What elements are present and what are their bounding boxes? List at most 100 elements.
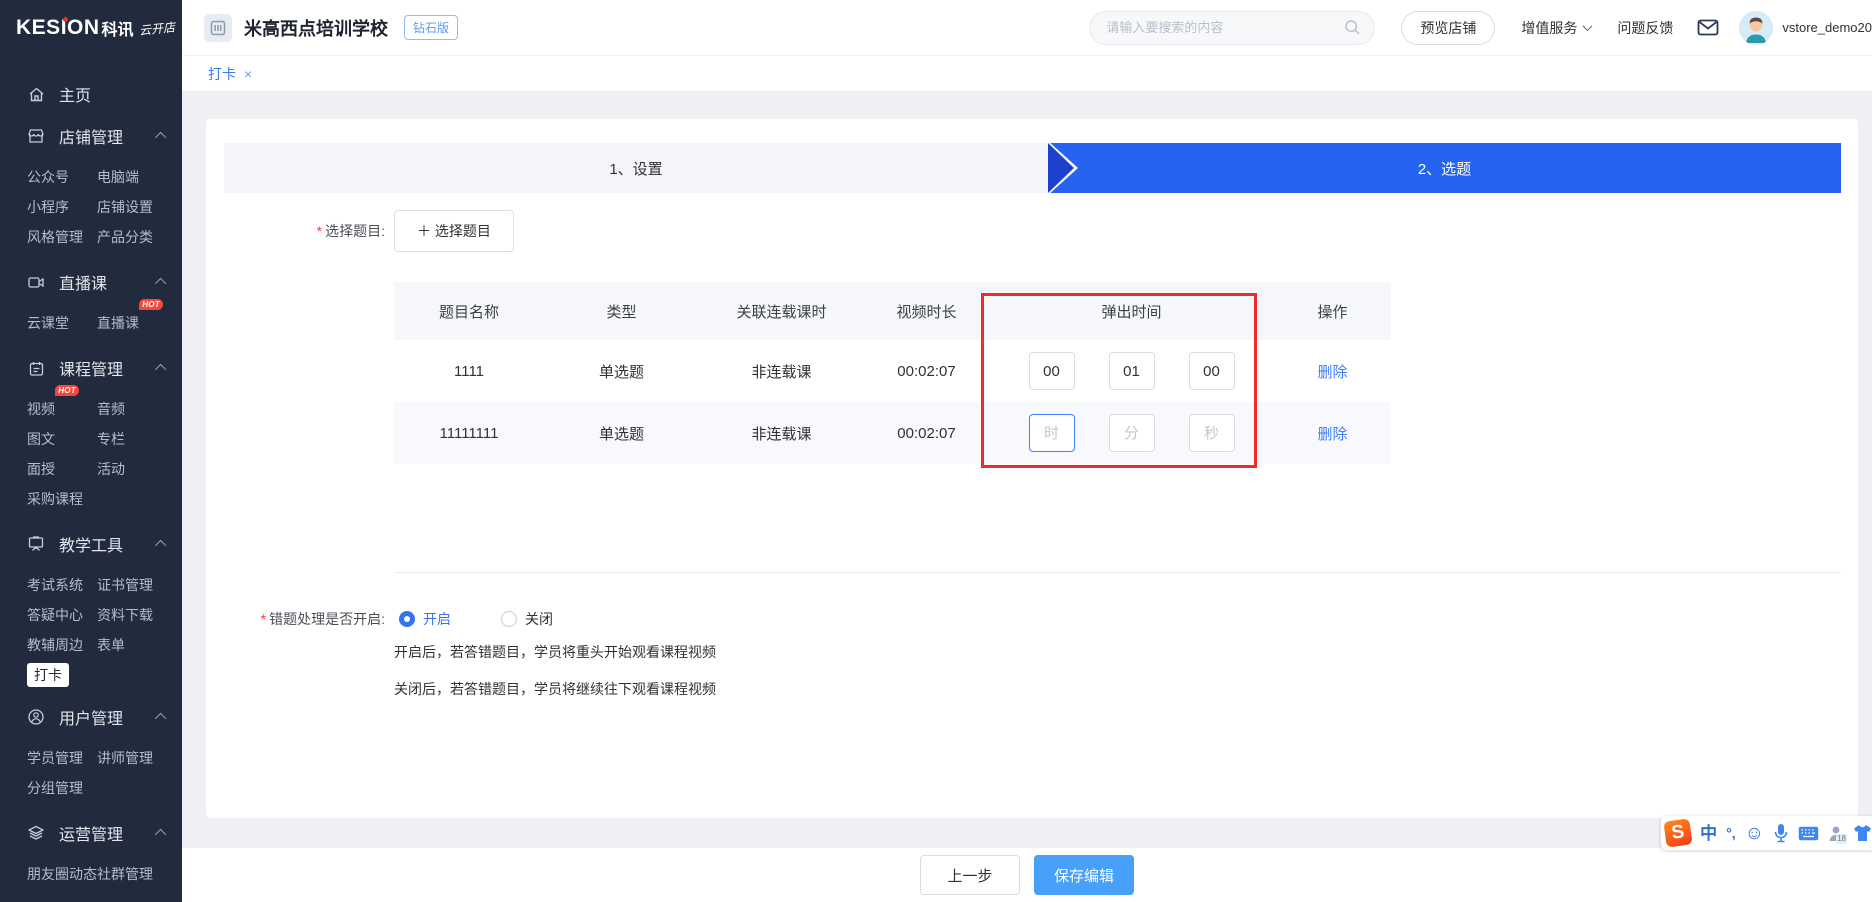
sidebar-item-forms[interactable]: 表单 [97,630,125,660]
sidebar-item-teaching-aids[interactable]: 教辅周边 [27,630,83,660]
sidebar-section-live[interactable]: 直播课 [0,260,182,304]
tab-label: 打卡 [208,64,236,84]
mail-icon[interactable] [1697,18,1719,37]
sidebar-item-pc[interactable]: 电脑端 [97,162,139,192]
sidebar-section-course[interactable]: 课程管理 [0,346,182,390]
sidebar-item-downloads[interactable]: 资料下载 [97,600,153,630]
sidebar-section-users[interactable]: 用户管理 [0,695,182,739]
sidebar-item-live-class[interactable]: 直播课HOT [97,308,139,338]
search-box [1089,11,1375,45]
hour-input[interactable] [1029,414,1075,452]
sidebar-item-exam-system[interactable]: 考试系统 [27,570,83,600]
feedback-link[interactable]: 问题反馈 [1617,18,1673,38]
required-mark: * [317,223,322,239]
radio-on-label[interactable]: 开启 [423,609,451,629]
sidebar-item-certificate[interactable]: 证书管理 [97,570,153,600]
sidebar-section-label: 运营管理 [59,821,123,845]
hot-badge: HOT [55,385,79,396]
previous-step-button[interactable]: 上一步 [920,855,1020,895]
sidebar-links-operations: 朋友圈动态 社群管理 [0,859,182,889]
minute-input[interactable] [1109,352,1155,390]
sidebar-item-article[interactable]: 图文 [27,424,55,454]
keyboard-icon[interactable] [1798,826,1819,841]
sidebar-item-gongzhonghao[interactable]: 公众号 [27,162,69,192]
second-input[interactable] [1189,414,1235,452]
col-header-popup-time: 弹出时间 [989,301,1274,322]
sidebar-item-teachers[interactable]: 讲师管理 [97,743,153,773]
cell-serial: 非连载课 [699,361,864,382]
col-header-type: 类型 [544,301,699,322]
brand-logo-script: 云开店 [138,18,176,39]
delete-link[interactable]: 删除 [1274,361,1391,382]
sidebar-item-label: 主页 [59,82,91,106]
home-icon [26,84,46,104]
sidebar-section-tools[interactable]: 教学工具 [0,522,182,566]
user-icon [26,707,46,727]
sidebar-item-video[interactable]: 视频HOT [27,394,55,424]
close-icon[interactable]: × [244,66,252,82]
sidebar-item-students[interactable]: 学员管理 [27,743,83,773]
sidebar-section-operations[interactable]: 运营管理 [0,811,182,855]
sidebar-item-activity[interactable]: 活动 [97,454,125,484]
microphone-icon[interactable] [1773,823,1789,843]
sidebar-section-label: 用户管理 [59,705,123,729]
radio-off-label[interactable]: 关闭 [525,609,553,629]
sidebar-links-shop: 公众号 电脑端 小程序 店铺设置 风格管理 产品分类 [0,162,182,252]
sidebar-item-moments[interactable]: 朋友圈动态 [27,859,97,889]
smiley-icon[interactable]: ☺ [1745,824,1764,843]
ime-punctuation-icon[interactable]: °, [1726,826,1736,840]
sogou-logo-icon[interactable]: S [1663,818,1692,847]
sidebar-item-groups[interactable]: 分组管理 [27,773,83,803]
cell-question-type: 单选题 [544,423,699,444]
chevron-down-icon [1583,21,1593,31]
minute-input[interactable] [1109,414,1155,452]
sidebar-item-column[interactable]: 专栏 [97,424,125,454]
help-text-off: 关闭后，若答错题目，学员将继续往下观看课程视频 [394,679,716,699]
brand-logo[interactable]: KESION 科讯 云开店 [0,0,182,56]
sidebar-item-daka-active[interactable]: 打卡 [27,663,69,687]
username[interactable]: vstore_demo20 [1782,20,1872,35]
select-question-row: *选择题目: ＋ 选择题目 [206,210,514,252]
delete-link[interactable]: 删除 [1274,423,1391,444]
sidebar-item-style[interactable]: 风格管理 [27,222,83,252]
user-avatar[interactable] [1739,11,1773,45]
version-badge: 钻石版 [404,15,458,40]
ime-chinese-mode-icon[interactable]: 中 [1700,825,1717,842]
select-question-button[interactable]: ＋ 选择题目 [394,210,514,252]
radio-option-on[interactable]: 开启 [399,609,451,629]
sidebar-item-qa-center[interactable]: 答疑中心 [27,600,83,630]
search-icon[interactable] [1344,19,1361,41]
store-icon [204,14,232,42]
sidebar-item-cloud-class[interactable]: 云课堂 [27,308,69,338]
value-added-services-menu[interactable]: 增值服务 [1521,18,1591,38]
step-1-settings[interactable]: 1、设置 [224,143,1048,193]
radio-unselected-icon[interactable] [501,611,517,627]
skin-shirt-icon[interactable] [1853,824,1872,842]
tab-daka[interactable]: 打卡 × [208,64,252,84]
user-badge-label: 18 [1836,834,1847,844]
sidebar-item-offline[interactable]: 面授 [27,454,55,484]
cell-question-name: 1111 [394,363,544,380]
footer-bar: 上一步 保存编辑 [182,848,1872,902]
preview-store-button[interactable]: 预览店铺 [1401,11,1495,45]
sidebar-section-shop[interactable]: 店铺管理 [0,114,182,158]
hour-input[interactable] [1029,352,1075,390]
sidebar-item-product-category[interactable]: 产品分类 [97,222,153,252]
sidebar-item-miniprogram[interactable]: 小程序 [27,192,69,222]
sidebar-item-shop-settings[interactable]: 店铺设置 [97,192,153,222]
sidebar-item-audio[interactable]: 音频 [97,394,125,424]
select-question-label: *选择题目: [206,221,385,241]
sidebar-item-community[interactable]: 社群管理 [97,859,153,889]
save-edit-button[interactable]: 保存编辑 [1034,855,1134,895]
user-mode-icon[interactable]: 18 [1828,825,1844,842]
step-2-questions[interactable]: 2、选题 [1048,143,1841,193]
layers-icon [26,823,46,843]
col-header-action: 操作 [1274,301,1391,322]
radio-option-off[interactable]: 关闭 [501,609,553,629]
search-input[interactable] [1089,11,1375,45]
sidebar-item-purchase-course[interactable]: 采购课程 [27,484,83,514]
sidebar: KESION 科讯 云开店 主页 店铺管理 公众号 电脑端 小程序 店铺设置 风… [0,0,182,902]
radio-selected-icon[interactable] [399,611,415,627]
sidebar-item-home[interactable]: 主页 [0,74,182,114]
second-input[interactable] [1189,352,1235,390]
